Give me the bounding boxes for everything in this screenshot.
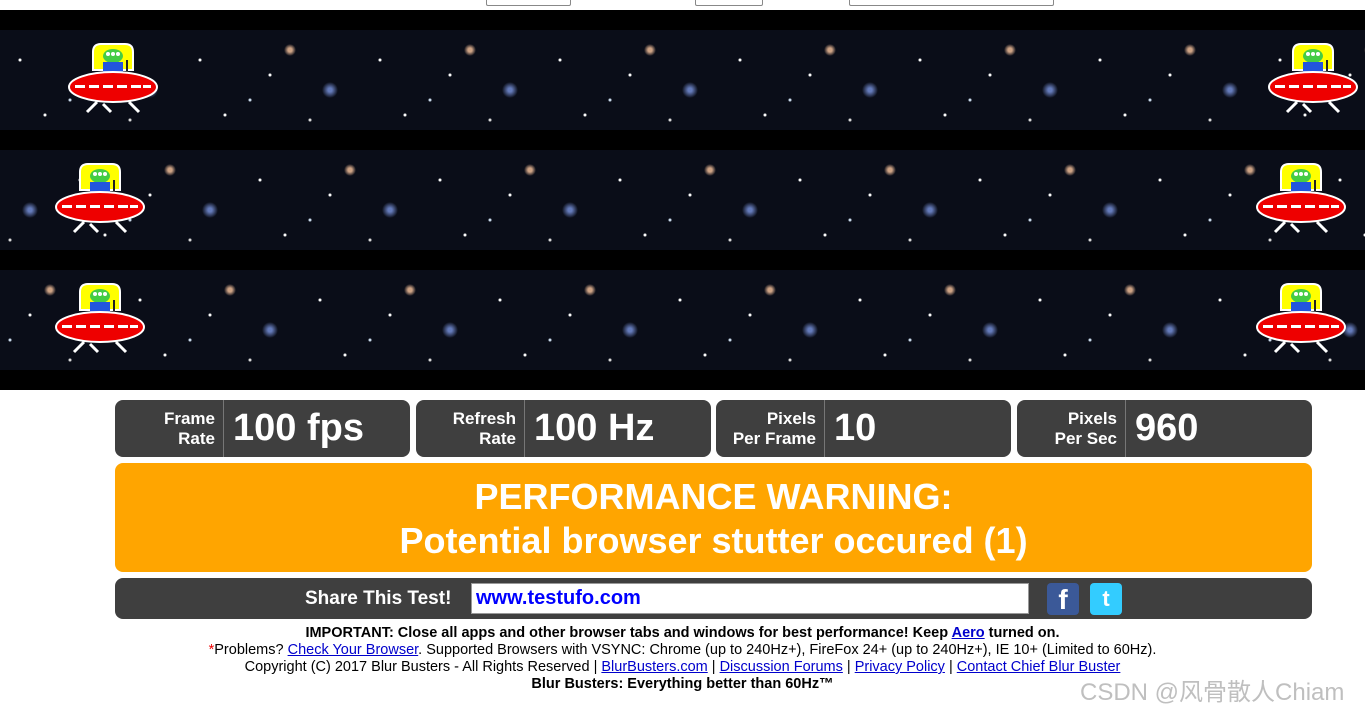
stat-value: 10 <box>834 407 877 449</box>
watermark: CSDN @风骨散人Chiam <box>1080 679 1345 706</box>
supported-browsers-text: . Supported Browsers with VSYNC: Chrome … <box>418 642 1157 658</box>
control-select-2[interactable] <box>695 0 763 6</box>
forums-link[interactable]: Discussion Forums <box>720 659 843 675</box>
important-note-end: turned on. <box>984 625 1060 641</box>
ufo-sprite <box>54 162 146 240</box>
stat-value: 960 <box>1135 407 1199 449</box>
stat-label: Per Sec <box>1054 428 1117 448</box>
share-url-input[interactable] <box>471 583 1029 614</box>
starfield-strip <box>0 270 1365 370</box>
stat-label: Refresh <box>452 408 516 428</box>
ufo-sprite <box>1255 282 1347 360</box>
share-label: Share This Test! <box>305 588 452 609</box>
stat-label: Rate <box>178 428 215 448</box>
share-bar: Share This Test! f t <box>115 578 1312 619</box>
stat-label: Pixels <box>766 408 816 428</box>
stat-value: 100 fps <box>233 407 364 449</box>
starfield-strip <box>0 30 1365 130</box>
twitter-icon[interactable]: t <box>1090 583 1122 615</box>
ufo-sprite <box>54 282 146 360</box>
stat-label: Frame <box>163 408 215 428</box>
ufo-sprite <box>67 42 159 120</box>
stat-label: Rate <box>479 428 516 448</box>
warning-title: PERFORMANCE WARNING: <box>474 476 953 517</box>
top-controls <box>0 0 1365 10</box>
privacy-link[interactable]: Privacy Policy <box>855 659 945 675</box>
stat-label: Pixels <box>1067 408 1117 428</box>
ufo-sprite <box>1255 162 1347 240</box>
stat-refresh-rate: Refresh Rate 100 Hz <box>416 400 711 457</box>
important-note: IMPORTANT: Close all apps and other brow… <box>305 625 952 641</box>
starfield-strip <box>0 150 1365 250</box>
warning-message: Potential browser stutter occured (1) <box>399 520 1028 561</box>
stat-frame-rate: Frame Rate 100 fps <box>115 400 410 457</box>
control-select-3[interactable] <box>849 0 1054 6</box>
stat-value: 100 Hz <box>534 407 655 449</box>
stat-pixels-per-sec: Pixels Per Sec 960 <box>1017 400 1312 457</box>
facebook-icon[interactable]: f <box>1047 583 1079 615</box>
check-browser-link[interactable]: Check Your Browser <box>288 642 419 658</box>
ufo-animation-stage <box>0 10 1365 390</box>
copyright: Copyright (C) 2017 Blur Busters - All Ri… <box>244 659 602 675</box>
stat-label: Per Frame <box>732 428 816 448</box>
performance-warning: PERFORMANCE WARNING: Potential browser s… <box>115 463 1312 572</box>
blurbusters-link[interactable]: BlurBusters.com <box>601 659 707 675</box>
control-select-1[interactable] <box>486 0 571 6</box>
stat-pixels-per-frame: Pixels Per Frame 10 <box>716 400 1011 457</box>
problems-text: Problems? <box>214 642 288 658</box>
aero-link[interactable]: Aero <box>952 625 985 641</box>
ufo-sprite <box>1267 42 1359 120</box>
